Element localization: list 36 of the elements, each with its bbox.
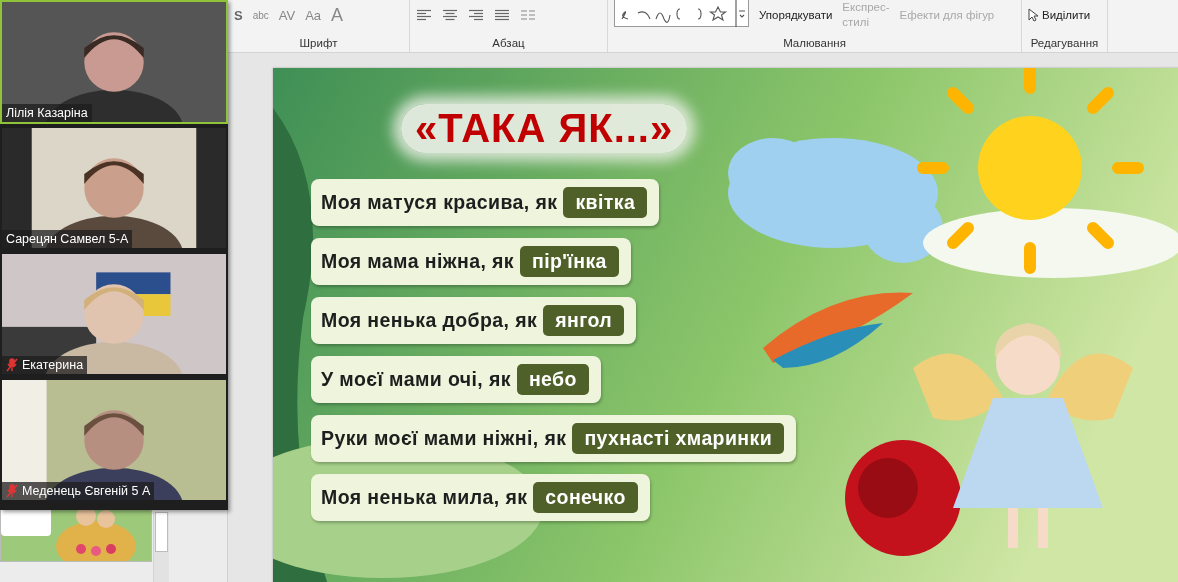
group-label: Абзац <box>491 37 526 49</box>
scrollbar[interactable] <box>153 512 169 582</box>
group-label: Редагування <box>1029 37 1100 49</box>
answer-label: пухнасті хмаринки <box>572 423 785 454</box>
answer-label: янгол <box>543 305 624 336</box>
sentence-text: Руки моєї мами ніжні, як <box>321 427 567 450</box>
slide-title: «ТАКА ЯК...» <box>401 104 688 153</box>
align-icon[interactable] <box>494 9 510 21</box>
shapes-gallery-icon[interactable] <box>614 0 749 27</box>
answer-label: пір'їнка <box>519 246 619 277</box>
align-icon[interactable] <box>468 9 484 21</box>
align-icon[interactable] <box>442 9 458 21</box>
answer-label: небо <box>516 364 589 395</box>
cursor-icon <box>1028 8 1038 22</box>
participant-name: Меденець Євгеній 5 А <box>22 484 151 498</box>
group-label: Малювання <box>782 37 847 49</box>
group-label: Шрифт <box>298 37 339 49</box>
font-tool-button[interactable]: AV <box>278 7 296 23</box>
font-tool-button[interactable]: abc <box>252 9 269 21</box>
align-icon[interactable] <box>416 9 432 21</box>
font-tool-button[interactable]: A <box>331 4 344 26</box>
sentence-text: Моя ненька мила, як <box>321 486 528 509</box>
ribbon-command[interactable]: Упорядкувати <box>759 7 833 23</box>
sentence-text: Моя матуся красива, як <box>321 191 558 214</box>
sentence-text: Моя мама ніжна, як <box>321 250 514 273</box>
answer-label: сонечко <box>533 482 638 513</box>
answer-label: квітка <box>563 187 648 218</box>
sentence-text: У моєї мами очі, як <box>321 368 511 391</box>
font-tool-button[interactable]: S <box>234 7 243 23</box>
participant-name: Сарецян Самвел 5-А <box>6 232 129 246</box>
sentence-text: Моя ненька добра, як <box>321 309 538 332</box>
font-tool-button[interactable]: Aa <box>305 7 322 23</box>
participant-name: Лілія Казаріна <box>6 106 88 120</box>
participant-name: Екатерина <box>22 358 84 372</box>
select-command[interactable]: Виділити <box>1028 7 1091 23</box>
scrollbar-thumb[interactable] <box>155 512 168 552</box>
